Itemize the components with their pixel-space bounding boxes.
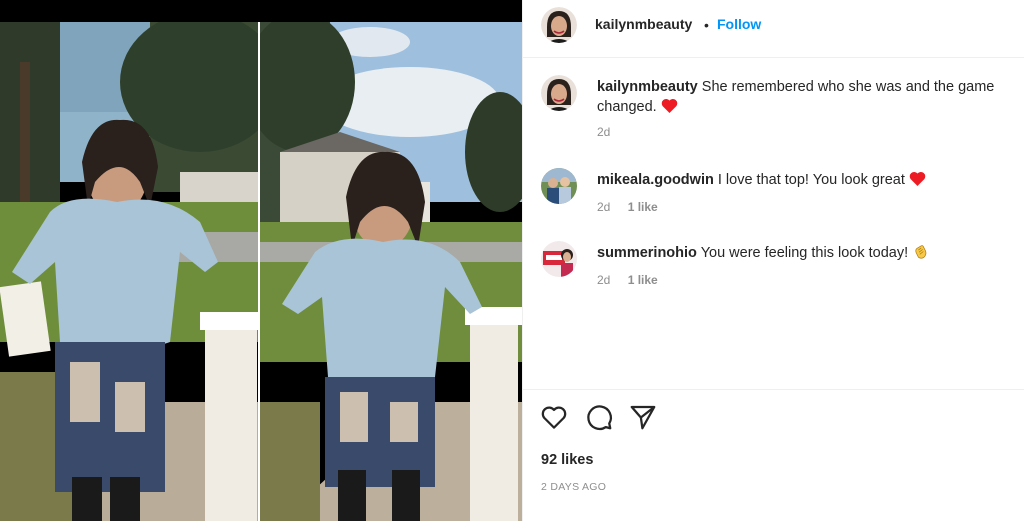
red-heart-emoji-icon [909, 171, 926, 186]
caption-meta: 2d [597, 125, 610, 139]
heart-outline-icon [541, 406, 567, 429]
comment-time[interactable]: 2d [597, 200, 610, 214]
comment-body: You were feeling this look today! [700, 245, 909, 261]
comment-text: summerinohio You were feeling this look … [597, 243, 1017, 263]
action-bar [523, 402, 1024, 438]
author-username[interactable]: kailynmbeauty [595, 16, 692, 32]
photo-left [0, 22, 258, 521]
media-top-bar [0, 0, 522, 22]
post-panel: kailynmbeauty • Follow kailynmbeauty She… [522, 0, 1024, 521]
likes-count[interactable]: 92 likes [541, 452, 593, 468]
author-avatar[interactable] [541, 7, 577, 43]
caption-avatar[interactable] [541, 75, 577, 111]
commenter-avatar[interactable] [541, 241, 577, 277]
comment-username[interactable]: mikeala.goodwin [597, 172, 714, 188]
caption-username[interactable]: kailynmbeauty [597, 79, 698, 95]
comment-text: mikeala.goodwin I love that top! You loo… [597, 170, 1017, 190]
post-timestamp[interactable]: 2 DAYS AGO [541, 481, 606, 493]
caption-text: kailynmbeauty She remembered who she was… [597, 77, 1017, 117]
comment-body: I love that top! You look great [717, 172, 905, 188]
paper-plane-icon [630, 405, 656, 430]
like-button[interactable] [539, 402, 569, 432]
post-viewer: kailynmbeauty • Follow kailynmbeauty She… [0, 0, 1024, 521]
post-header: kailynmbeauty • Follow [523, 0, 1024, 58]
clapping-hands-emoji-icon [915, 245, 927, 259]
actions-divider [523, 389, 1024, 390]
speech-bubble-icon [587, 405, 612, 431]
comment-time[interactable]: 2d [597, 273, 610, 287]
photo-right [260, 22, 522, 521]
comment-likes[interactable]: 1 like [628, 200, 658, 214]
header-separator: • [704, 17, 709, 33]
caption-time[interactable]: 2d [597, 125, 610, 139]
comment-button[interactable] [584, 402, 614, 432]
comment-meta: 2d 1 like [597, 200, 658, 214]
share-button[interactable] [628, 402, 658, 432]
follow-button[interactable]: Follow [717, 16, 761, 32]
comment-username[interactable]: summerinohio [597, 245, 697, 261]
red-heart-emoji-icon [661, 98, 677, 113]
comment-meta: 2d 1 like [597, 273, 658, 287]
post-media[interactable] [0, 0, 522, 521]
commenter-avatar[interactable] [541, 168, 577, 204]
comment-likes[interactable]: 1 like [628, 273, 658, 287]
